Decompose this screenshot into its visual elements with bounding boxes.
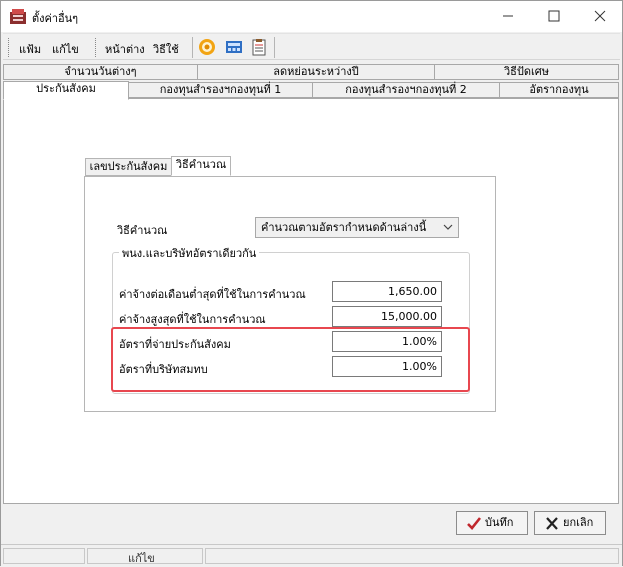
close-button[interactable] — [577, 1, 623, 32]
cancel-button[interactable]: ยกเลิก — [534, 511, 606, 535]
save-button[interactable]: บันทึก — [456, 511, 528, 535]
clipboard-icon[interactable] — [250, 38, 268, 56]
menu-help[interactable]: วิธีใช้ — [153, 40, 179, 58]
menu-window[interactable]: หน้าต่าง — [105, 40, 145, 58]
tab-deductions[interactable]: ลดหย่อนระหว่างปี — [197, 64, 435, 80]
cancel-label: ยกเลิก — [563, 516, 594, 529]
group-title: พนง.และบริษัทอัตราเดียวกัน — [119, 244, 260, 262]
min-wage-label: ค่าจ้างต่อเดือนต่ำสุดที่ใช้ในการคำนวณ — [119, 288, 306, 301]
menu-file[interactable]: แฟ้ม — [19, 40, 41, 58]
tab-provident-fund-2[interactable]: กองทุนสำรองฯกองทุนที่ 2 — [312, 82, 500, 98]
settings-window: ตั้งค่าอื่นๆ แฟ้ม แก้ไข หน้าต่าง วิธีใช้ — [0, 0, 623, 566]
maximize-icon — [548, 10, 560, 22]
status-bar: แก้ไข — [1, 544, 622, 566]
window-title: ตั้งค่าอื่นๆ — [32, 12, 79, 25]
toolbar-grip[interactable] — [95, 38, 98, 57]
checkmark-icon — [467, 517, 482, 530]
tab-social-security[interactable]: ประกันสังคม — [3, 81, 129, 100]
cross-icon — [546, 517, 558, 530]
max-wage-field[interactable]: 15,000.00 — [332, 306, 442, 327]
status-cell — [3, 548, 85, 564]
tab-ss-number[interactable]: เลขประกันสังคม — [85, 158, 172, 176]
save-label: บันทึก — [485, 516, 514, 529]
tab-days[interactable]: จำนวนวันต่างๆ — [3, 64, 198, 80]
close-icon — [594, 10, 606, 22]
maximize-button[interactable] — [531, 1, 577, 32]
menu-toolbar: แฟ้ม แก้ไข หน้าต่าง วิธีใช้ — [3, 33, 620, 60]
minimize-button[interactable] — [485, 1, 531, 32]
title-bar: ตั้งค่าอื่นๆ — [1, 1, 622, 32]
tab-calc-method[interactable]: วิธีคำนวณ — [171, 156, 231, 176]
method-select[interactable]: คำนวณตามอัตรากำหนดด้านล่างนี้ — [255, 217, 459, 238]
menu-edit[interactable]: แก้ไข — [52, 40, 79, 58]
toolbar-grip[interactable] — [8, 38, 11, 57]
toolbar-separator — [192, 37, 193, 58]
tab-provident-fund-1[interactable]: กองทุนสำรองฯกองทุนที่ 1 — [128, 82, 313, 98]
app-icon — [10, 9, 26, 24]
method-label: วิธีคำนวณ — [117, 224, 168, 237]
status-text: แก้ไข — [128, 552, 155, 565]
minimize-icon — [503, 15, 513, 17]
tab-fund-rates[interactable]: อัตรากองทุน — [499, 82, 619, 98]
chevron-down-icon — [443, 224, 453, 230]
status-cell — [205, 548, 619, 564]
tab-rounding[interactable]: วิธีปัดเศษ — [434, 64, 619, 80]
toolbar-separator — [274, 37, 275, 58]
max-wage-label: ค่าจ้างสูงสุดที่ใช้ในการคำนวณ — [119, 313, 266, 326]
highlight-box — [111, 327, 470, 392]
min-wage-field[interactable]: 1,650.00 — [332, 281, 442, 302]
calculator-icon[interactable] — [225, 38, 243, 56]
gear-icon[interactable] — [198, 38, 216, 56]
method-select-value: คำนวณตามอัตรากำหนดด้านล่างนี้ — [261, 221, 427, 234]
